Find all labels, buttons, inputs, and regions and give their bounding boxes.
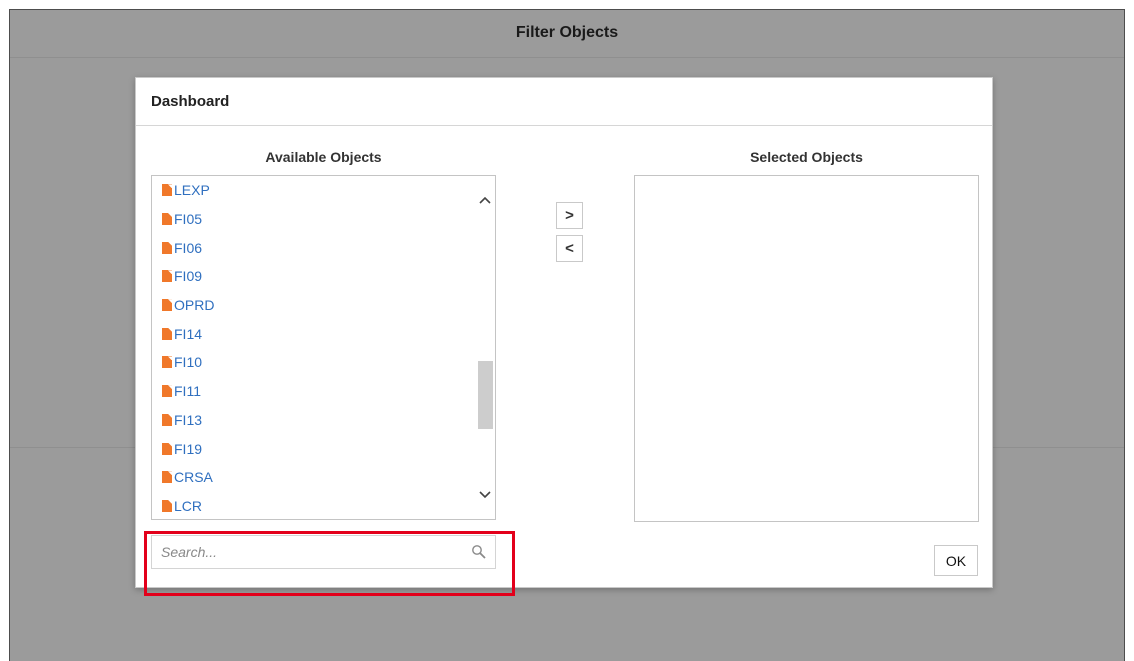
list-item[interactable]: OPRD [152, 291, 475, 320]
dashboard-dialog: Dashboard Available Objects Selected Obj… [135, 77, 993, 588]
list-item-label: FI09 [174, 268, 203, 285]
list-item-label: FI14 [174, 325, 203, 342]
list-item-label: LCR [174, 497, 203, 514]
file-icon [162, 356, 172, 369]
file-icon [162, 270, 172, 283]
file-icon [162, 184, 172, 197]
list-item-label: FI13 [174, 411, 203, 428]
add-to-selected-button[interactable]: > [556, 202, 583, 229]
list-item[interactable]: LCR [152, 492, 475, 519]
file-icon [162, 499, 172, 512]
scrollbar[interactable] [475, 176, 495, 519]
file-icon [162, 327, 172, 340]
dialog-title: Dashboard [136, 78, 992, 126]
list-item-label: OPRD [174, 297, 215, 314]
list-item[interactable]: FI06 [152, 233, 475, 262]
list-item-label: CRSA [174, 469, 213, 486]
list-item[interactable]: FI13 [152, 406, 475, 435]
available-objects-title: Available Objects [265, 149, 382, 165]
file-icon [162, 241, 172, 254]
file-icon [162, 471, 172, 484]
list-item-label: FI05 [174, 211, 203, 228]
remove-from-selected-button[interactable]: < [556, 235, 583, 262]
list-item-label: LEXP [174, 182, 210, 199]
list-item-label: FI10 [174, 354, 203, 371]
file-icon [162, 299, 172, 312]
chevron-up-icon[interactable] [475, 190, 495, 210]
list-item[interactable]: LEXP [152, 176, 475, 205]
list-item[interactable]: FI11 [152, 377, 475, 406]
available-objects-list[interactable]: LEXP FI05 FI06 FI09 OPRD FI14 FI10 FI11 FI13 FI19… [151, 175, 496, 520]
page-title: Filter Objects [515, 24, 619, 41]
list-item[interactable]: FI14 [152, 319, 475, 348]
selected-objects-list[interactable] [634, 175, 979, 522]
file-icon [162, 213, 172, 226]
list-item-label: FI06 [174, 239, 203, 256]
search-highlight-box [144, 531, 515, 596]
ok-button[interactable]: OK [934, 545, 978, 576]
selected-objects-title: Selected Objects [750, 149, 863, 165]
file-icon [162, 442, 172, 455]
available-items-container: LEXP FI05 FI06 FI09 OPRD FI14 FI10 FI11 FI13 FI19… [152, 176, 475, 519]
file-icon [162, 385, 172, 398]
list-item[interactable]: FI05 [152, 205, 475, 234]
list-item[interactable]: FI09 [152, 262, 475, 291]
list-item[interactable]: FI19 [152, 434, 475, 463]
list-item-label: FI19 [174, 440, 203, 457]
scroll-thumb[interactable] [478, 361, 493, 429]
file-icon [162, 413, 172, 426]
list-item[interactable]: FI10 [152, 348, 475, 377]
list-item-label: FI11 [174, 383, 201, 400]
list-item[interactable]: CRSA [152, 463, 475, 492]
chevron-down-icon[interactable] [475, 485, 495, 505]
divider [10, 57, 1124, 58]
